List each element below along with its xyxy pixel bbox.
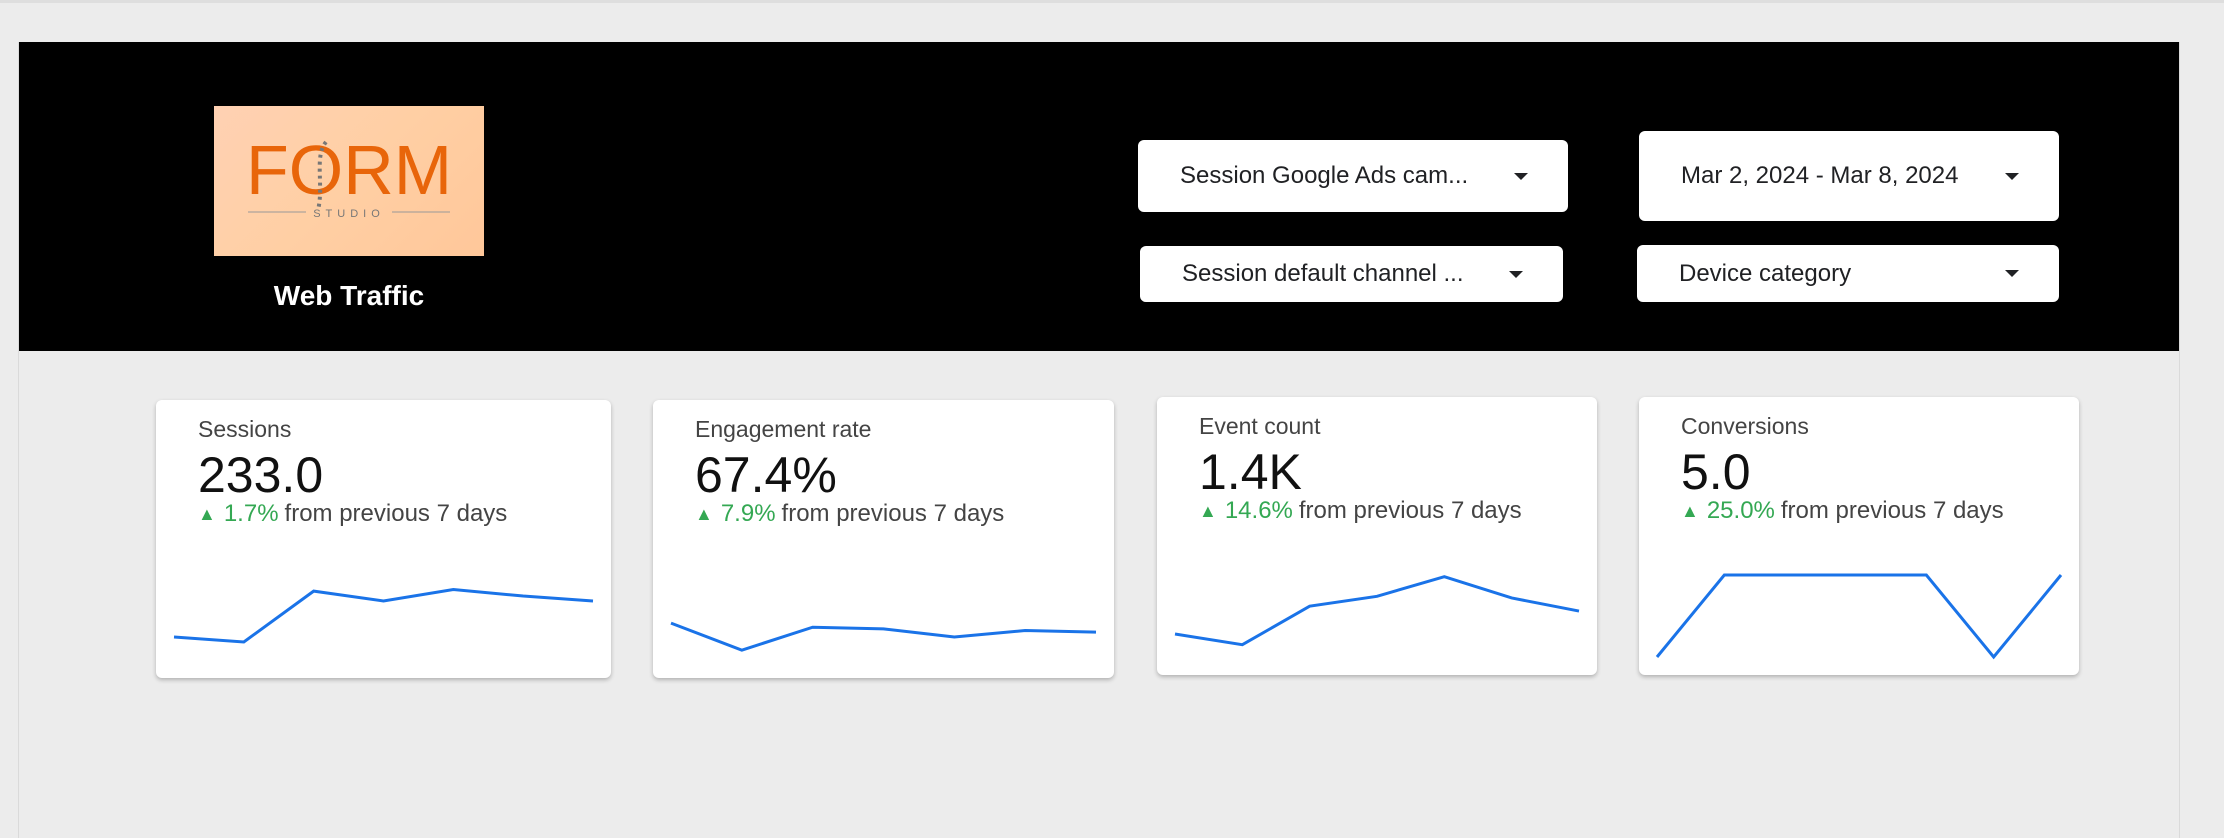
metric-name: Engagement rate (695, 416, 872, 442)
channel-filter-label: Session default channel ... (1182, 260, 1464, 287)
campaign-filter-dropdown[interactable]: Session Google Ads cam... (1138, 140, 1568, 212)
form-studio-logo: FORM STUDIO (214, 106, 484, 256)
arrow-up-icon: ▲ (1199, 500, 1217, 521)
engagement-rate-sparkline (670, 621, 1097, 652)
device-filter-dropdown[interactable]: Device category (1637, 245, 2059, 302)
delta-suffix: from previous 7 days (1298, 497, 1522, 524)
metric-value: 1.4K (1199, 444, 1302, 500)
sparkline-series (1174, 575, 1580, 647)
svg-text:FORM: FORM (246, 131, 452, 209)
caret-down-icon (1509, 270, 1523, 278)
conversions-sparkline (1655, 573, 2063, 660)
sparkline-series (1655, 573, 2063, 660)
arrow-up-icon: ▲ (1681, 500, 1699, 521)
sparkline-series (670, 621, 1097, 652)
date-range-picker[interactable]: Mar 2, 2024 - Mar 8, 2024 (1639, 131, 2059, 221)
metric-value: 233.0 (198, 447, 324, 503)
metric-delta: ▲ 25.0% from previous 7 days (1681, 497, 2004, 525)
scorecard-sessions[interactable]: Sessions 233.0 ▲ 1.7% from previous 7 da… (156, 400, 611, 678)
metric-delta: ▲ 1.7% from previous 7 days (198, 500, 507, 528)
delta-percent: 14.6% (1224, 497, 1293, 524)
metric-delta: ▲ 7.9% from previous 7 days (695, 500, 1004, 528)
sessions-sparkline (173, 587, 594, 644)
event-count-sparkline (1174, 575, 1580, 647)
delta-suffix: from previous 7 days (1780, 497, 2004, 524)
scorecard-conversions[interactable]: Conversions 5.0 ▲ 25.0% from previous 7 … (1639, 397, 2079, 675)
caret-down-icon (1514, 172, 1528, 180)
arrow-up-icon: ▲ (198, 503, 216, 524)
metric-name: Event count (1199, 413, 1321, 439)
window-top-border (0, 0, 2224, 3)
metric-delta: ▲ 14.6% from previous 7 days (1199, 497, 1522, 525)
report-header: FORM STUDIO Web Traffic Session Google A… (19, 42, 2179, 351)
device-filter-label: Device category (1679, 259, 1852, 287)
channel-filter-dropdown[interactable]: Session default channel ... (1140, 246, 1563, 302)
metric-value: 5.0 (1681, 444, 1751, 500)
svg-text:STUDIO: STUDIO (313, 208, 385, 220)
delta-suffix: from previous 7 days (284, 500, 508, 527)
caret-down-icon (2005, 172, 2019, 180)
campaign-filter-label: Session Google Ads cam... (1180, 162, 1469, 189)
delta-suffix: from previous 7 days (781, 500, 1005, 527)
delta-percent: 25.0% (1706, 497, 1775, 524)
arrow-up-icon: ▲ (695, 503, 713, 524)
metric-value: 67.4% (695, 447, 837, 503)
metric-name: Sessions (198, 416, 292, 442)
scorecard-engagement-rate[interactable]: Engagement rate 67.4% ▲ 7.9% from previo… (653, 400, 1114, 678)
scorecard-event-count[interactable]: Event count 1.4K ▲ 14.6% from previous 7… (1157, 397, 1597, 675)
metric-name: Conversions (1681, 413, 1809, 439)
sparkline-series (173, 587, 594, 644)
date-range-label: Mar 2, 2024 - Mar 8, 2024 (1681, 162, 1959, 189)
caret-down-icon (2005, 270, 2019, 277)
report-canvas: FORM STUDIO Web Traffic Session Google A… (18, 42, 2180, 838)
report-title: Web Traffic (273, 280, 425, 311)
delta-percent: 7.9% (720, 500, 776, 527)
delta-percent: 1.7% (223, 500, 279, 527)
